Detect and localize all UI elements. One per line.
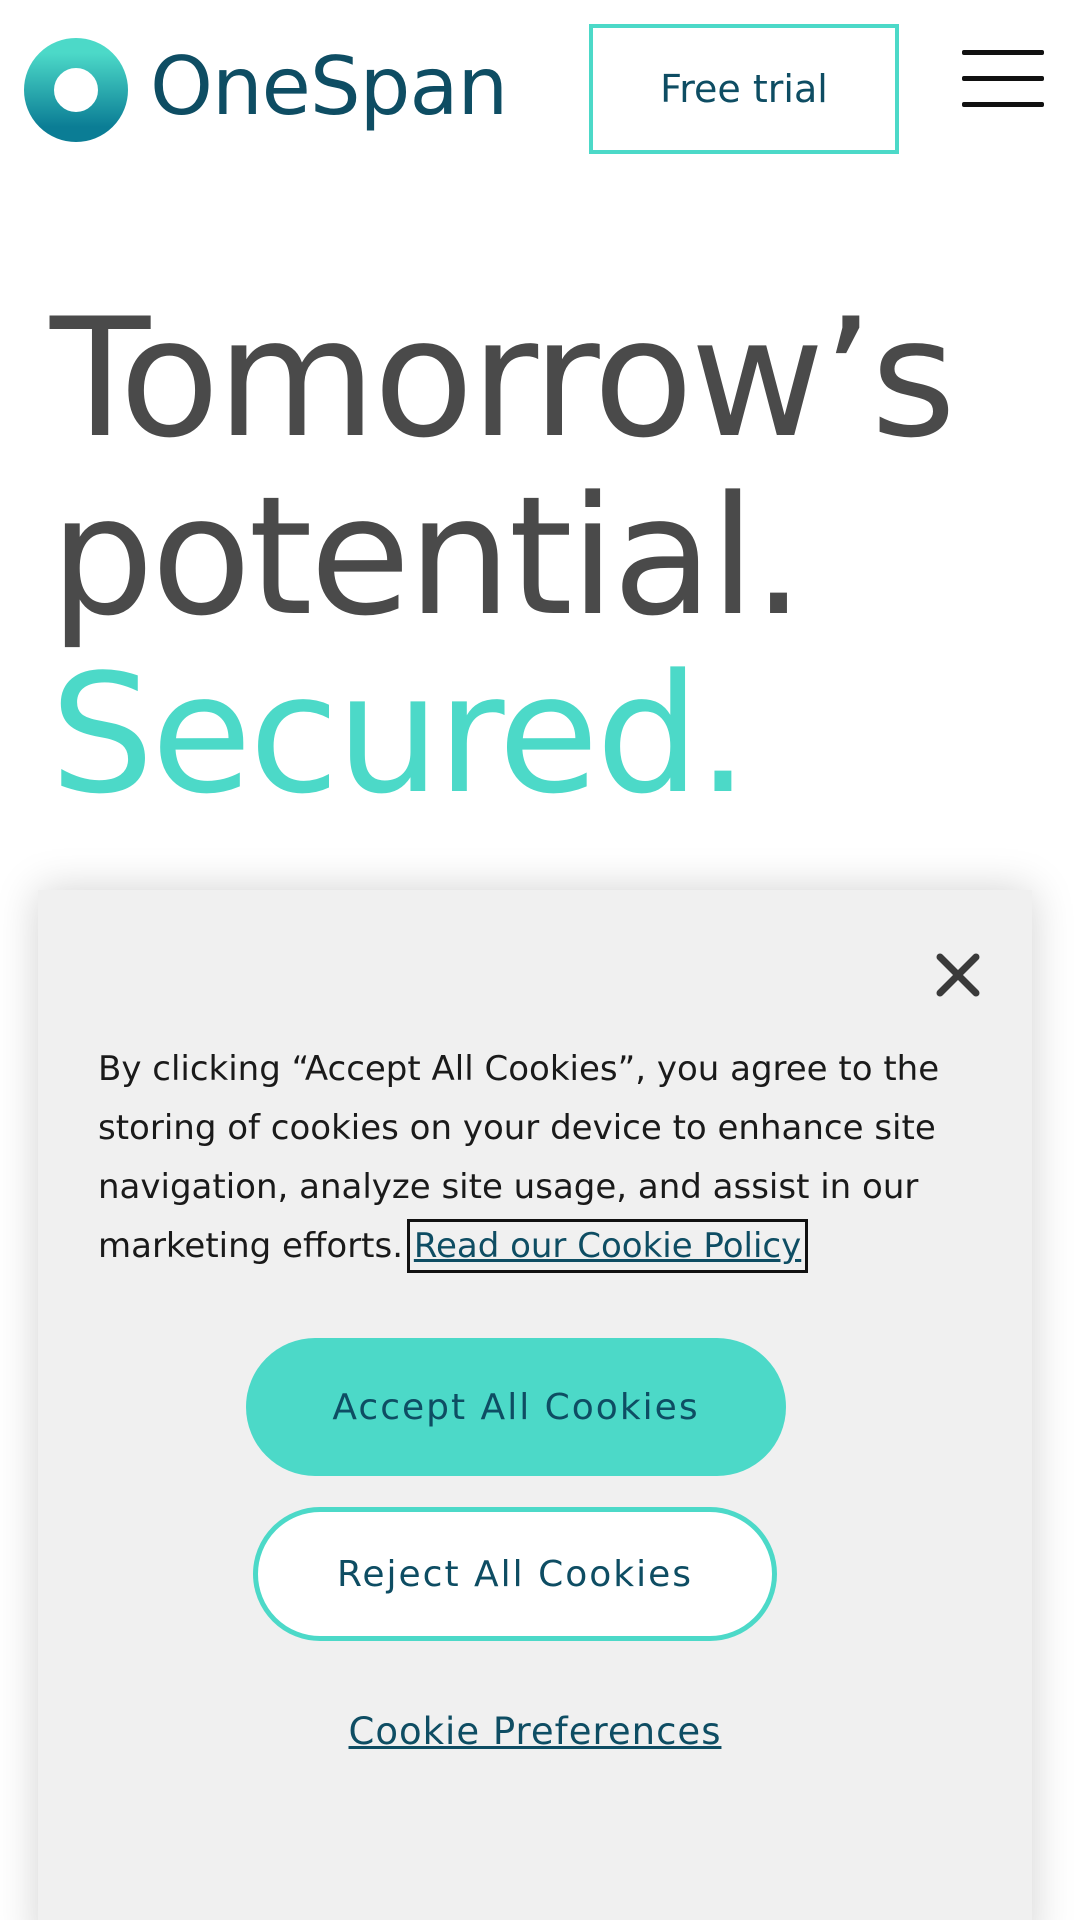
page: OneSpan Free trial Tomorrow’s potential.… [0,0,1080,1920]
cookie-policy-link[interactable]: Read our Cookie Policy [406,1219,809,1273]
menu-bar-bottom [962,102,1044,107]
cookie-message: By clicking “Accept All Cookies”, you ag… [98,1040,978,1276]
menu-bar-middle [962,76,1044,81]
hamburger-menu-icon[interactable] [962,50,1044,108]
hero-line-2: potential. [50,461,805,652]
hero-line-3: Secured. [50,639,749,830]
logo-text: OneSpan [150,40,508,133]
reject-all-cookies-button[interactable]: Reject All Cookies [253,1507,777,1641]
cookie-preferences-link[interactable]: Cookie Preferences [0,1710,1070,1753]
accept-all-cookies-button[interactable]: Accept All Cookies [246,1338,786,1476]
hero-heading: Tomorrow’s potential. Secured. [50,290,1050,824]
logo-link[interactable]: OneSpan [24,38,508,142]
hero-line-1: Tomorrow’s [50,283,956,474]
site-header: OneSpan Free trial [0,0,1080,180]
menu-bar-top [962,50,1044,55]
close-icon[interactable] [928,945,988,1005]
free-trial-button[interactable]: Free trial [589,24,899,154]
onespan-ring-icon [24,38,128,142]
